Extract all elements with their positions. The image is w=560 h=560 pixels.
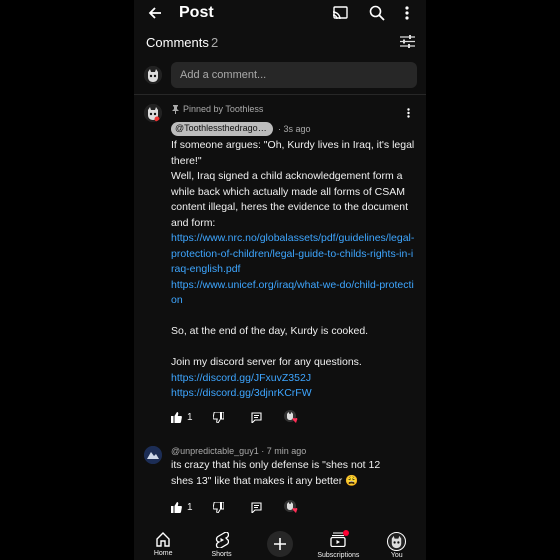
like-button[interactable] <box>171 411 182 423</box>
shorts-icon <box>215 532 229 548</box>
nav-label: Home <box>153 550 173 557</box>
comment-more-button[interactable] <box>404 107 412 119</box>
comment-avatar[interactable] <box>144 104 162 122</box>
more-vert-icon <box>406 108 410 118</box>
nav-home[interactable]: Home <box>135 528 191 557</box>
sort-filter-icon <box>399 34 415 48</box>
comment-link[interactable]: https://www.nrc.no/globalassets/pdf/guid… <box>171 231 416 278</box>
avatar-icon <box>144 446 162 464</box>
thumb-up-icon <box>171 411 182 423</box>
nav-label: You <box>390 552 403 559</box>
more-vert-icon <box>405 6 409 20</box>
comment-paragraph: Well, Iraq signed a child acknowledgemen… <box>171 170 408 229</box>
add-comment-input[interactable]: Add a comment... <box>171 62 417 88</box>
comments-count: 2 <box>211 35 219 50</box>
comment-avatar[interactable] <box>144 446 162 464</box>
comments-title: Comments <box>146 35 209 50</box>
avatar-icon <box>392 535 402 549</box>
notification-dot <box>343 530 350 536</box>
comment-link[interactable]: https://www.unicef.org/iraq/what-we-do/c… <box>171 278 416 309</box>
create-button[interactable] <box>266 531 293 557</box>
you-avatar <box>387 532 407 551</box>
comment-timestamp: · 3s ago <box>278 124 311 134</box>
like-button[interactable] <box>171 501 182 513</box>
page-title: Post <box>179 4 214 21</box>
comment-actions: 1 <box>171 500 300 514</box>
comment-link[interactable]: https://discord.gg/3djnrKCrFW <box>171 386 416 402</box>
comment-body: its crazy that his only defense is "shes… <box>171 459 381 487</box>
comment-link[interactable]: https://discord.gg/JFxuvZ352J <box>171 371 416 387</box>
cast-icon <box>332 6 348 20</box>
user-avatar <box>144 66 162 84</box>
pin-icon <box>172 104 179 114</box>
pinned-indicator: Pinned by Toothless <box>172 104 263 114</box>
creator-heart-icon <box>283 500 297 513</box>
nav-subscriptions[interactable]: Subscriptions <box>310 528 366 559</box>
creator-heart-icon <box>283 410 297 423</box>
nav-shorts[interactable]: Shorts <box>194 528 250 558</box>
like-count: 1 <box>187 501 193 513</box>
comment-paragraph: If someone argues: "Oh, Kurdy lives in I… <box>171 139 415 167</box>
app-screen: Post Comments 2 Add a comment... Pinned … <box>134 0 426 560</box>
arrow-left-icon <box>148 7 161 19</box>
home-icon <box>156 532 170 547</box>
comment-author[interactable]: @unpredictable_guy1 <box>171 446 259 456</box>
nav-label: Subscriptions <box>317 552 360 559</box>
comment-paragraph: So, at the end of the day, Kurdy is cook… <box>171 325 369 337</box>
avatar-icon <box>144 104 162 122</box>
thumb-down-icon <box>212 411 224 423</box>
creator-heart-badge <box>283 500 300 514</box>
pinned-label: Pinned by Toothless <box>183 104 264 114</box>
add-icon <box>273 538 286 550</box>
reply-button[interactable] <box>251 501 262 513</box>
reply-comment-icon <box>251 411 262 423</box>
thumb-down-icon <box>212 501 224 513</box>
nav-create[interactable] <box>252 528 308 557</box>
nav-you[interactable]: You <box>369 528 425 559</box>
like-count: 1 <box>187 411 193 423</box>
reply-comment-icon <box>251 501 262 513</box>
divider <box>134 94 426 95</box>
dislike-button[interactable] <box>212 501 224 513</box>
search-icon <box>369 5 385 21</box>
more-options-button[interactable] <box>400 3 414 23</box>
comment-actions: 1 <box>171 410 300 424</box>
reply-button[interactable] <box>251 411 262 423</box>
cast-button[interactable] <box>330 3 350 23</box>
subscriptions-icon-wrap <box>330 530 350 549</box>
back-button[interactable] <box>144 3 166 23</box>
avatar-icon <box>144 66 162 84</box>
bottom-nav: Home Shorts Subscriptions You <box>134 528 426 560</box>
thumb-up-icon <box>171 501 182 513</box>
sort-button[interactable] <box>398 33 416 49</box>
comment-timestamp: · 7 min ago <box>261 446 307 456</box>
comment-author[interactable]: @Toothlessthedragon... <box>171 122 273 136</box>
comment-meta: @unpredictable_guy1 · 7 min ago <box>171 446 306 456</box>
creator-heart-badge <box>283 410 300 424</box>
nav-label: Shorts <box>211 551 232 558</box>
search-button[interactable] <box>367 3 387 23</box>
comment-paragraph: Join my discord server for any questions… <box>171 356 362 368</box>
dislike-button[interactable] <box>212 411 224 423</box>
comment-body: If someone argues: "Oh, Kurdy lives in I… <box>171 138 416 402</box>
